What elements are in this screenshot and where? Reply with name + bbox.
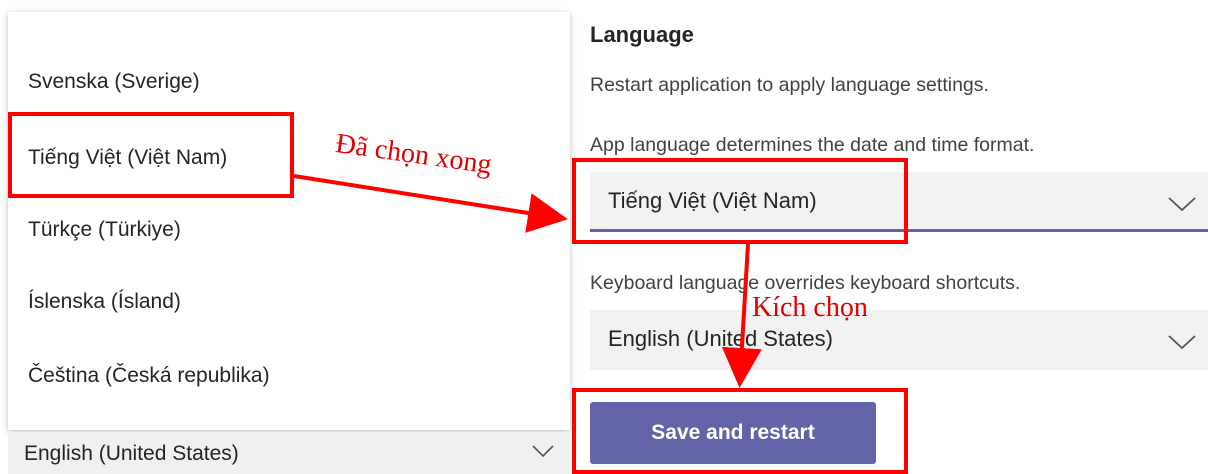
annotation-arrows [293, 174, 762, 388]
arrow-to-app-language [293, 174, 568, 233]
arrow-to-save-button [721, 243, 762, 388]
annotation-click-label: Kích chọn [752, 292, 868, 323]
